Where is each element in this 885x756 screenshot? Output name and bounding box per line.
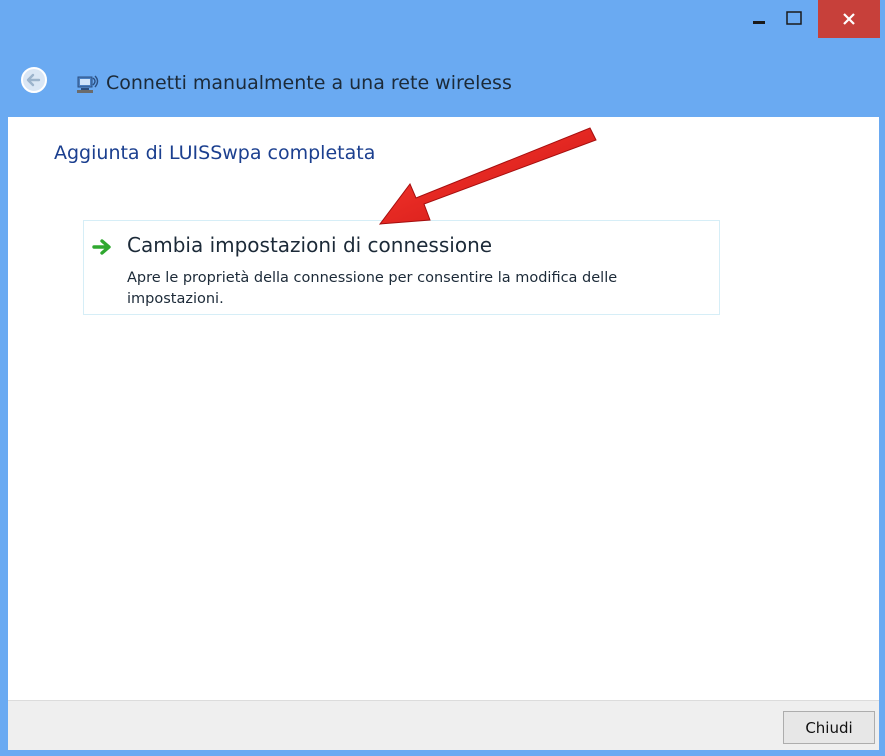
title-bar[interactable] <box>0 0 885 48</box>
close-button[interactable]: Chiudi <box>783 711 875 744</box>
page-heading: Aggiunta di LUISSwpa completata <box>54 142 376 164</box>
wireless-network-icon <box>77 75 99 93</box>
maximize-icon <box>786 11 802 25</box>
content-pane <box>8 117 879 700</box>
close-icon <box>843 13 855 25</box>
close-window-button[interactable] <box>818 0 880 38</box>
minimize-button[interactable] <box>744 0 774 36</box>
back-button[interactable] <box>19 65 49 95</box>
option-title[interactable]: Cambia impostazioni di connessione <box>127 233 492 257</box>
green-arrow-icon <box>92 239 111 255</box>
footer-bar <box>8 700 879 750</box>
maximize-button[interactable] <box>776 0 812 36</box>
minimize-icon <box>753 21 765 24</box>
dialog-window: Connetti manualmente a una rete wireless… <box>0 0 885 756</box>
option-description: Apre le proprietà della connessione per … <box>127 270 618 307</box>
back-arrow-icon <box>21 67 47 93</box>
window-title: Connetti manualmente a una rete wireless <box>106 72 512 94</box>
